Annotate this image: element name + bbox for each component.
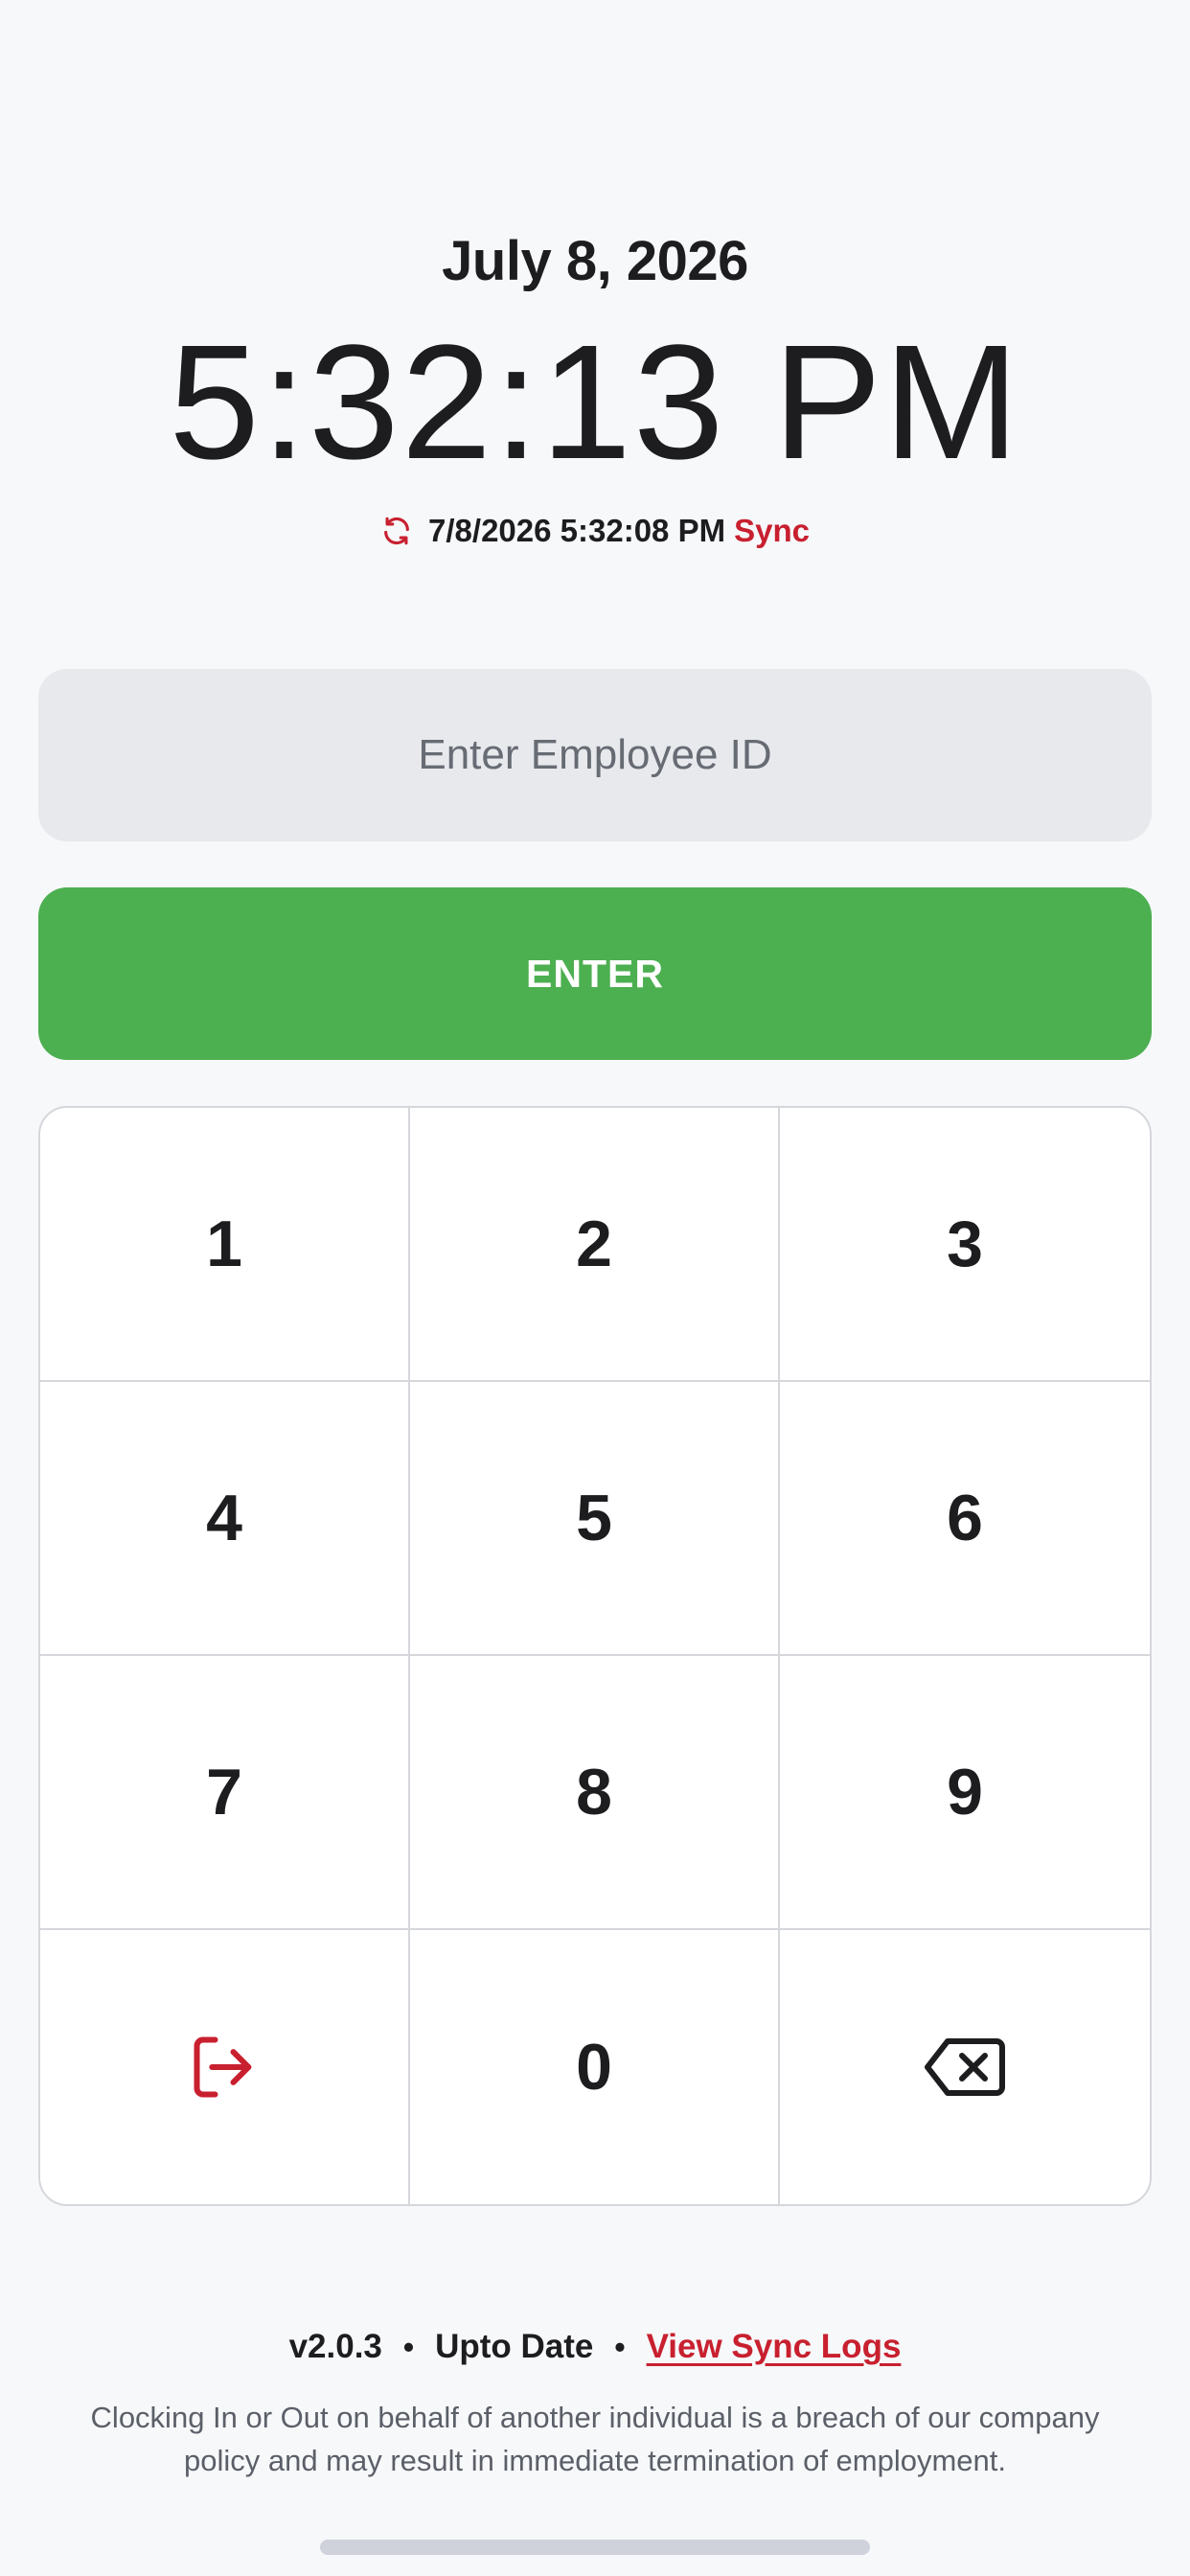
home-indicator[interactable] bbox=[320, 2540, 870, 2555]
employee-id-input[interactable] bbox=[38, 669, 1152, 841]
backspace-key[interactable] bbox=[780, 1930, 1150, 2204]
view-sync-logs-link[interactable]: View Sync Logs bbox=[647, 2323, 902, 2371]
sync-status: 7/8/2026 5:32:08 PM Sync bbox=[0, 510, 1190, 552]
key-9[interactable]: 9 bbox=[780, 1656, 1150, 1930]
key-1[interactable]: 1 bbox=[40, 1108, 410, 1382]
app-status-bar: v2.0.3 • Upto Date • View Sync Logs bbox=[0, 2323, 1190, 2371]
key-0[interactable]: 0 bbox=[410, 1930, 780, 2204]
key-4[interactable]: 4 bbox=[40, 1382, 410, 1656]
sync-icon[interactable] bbox=[380, 515, 413, 547]
enter-button[interactable]: ENTER bbox=[38, 887, 1152, 1060]
last-sync-time: 7/8/2026 5:32:08 PM bbox=[428, 513, 726, 548]
logout-key[interactable] bbox=[40, 1930, 410, 2204]
key-2[interactable]: 2 bbox=[410, 1108, 780, 1382]
update-status: Upto Date bbox=[435, 2328, 594, 2365]
numeric-keypad: 1 2 3 4 5 6 7 8 9 0 bbox=[38, 1106, 1152, 2206]
current-date: July 8, 2026 bbox=[442, 230, 748, 292]
key-8[interactable]: 8 bbox=[410, 1656, 780, 1930]
separator-dot: • bbox=[402, 2330, 415, 2364]
policy-disclaimer: Clocking In or Out on behalf of another … bbox=[90, 2401, 1100, 2477]
key-5[interactable]: 5 bbox=[410, 1382, 780, 1656]
app-version: v2.0.3 bbox=[288, 2328, 382, 2365]
key-6[interactable]: 6 bbox=[780, 1382, 1150, 1656]
backspace-icon bbox=[922, 2036, 1008, 2099]
key-7[interactable]: 7 bbox=[40, 1656, 410, 1930]
current-time: 5:32:13 PM bbox=[169, 311, 1021, 494]
key-3[interactable]: 3 bbox=[780, 1108, 1150, 1382]
sync-link[interactable]: Sync bbox=[734, 510, 810, 552]
separator-dot: • bbox=[614, 2330, 626, 2364]
logout-icon bbox=[188, 2031, 261, 2104]
